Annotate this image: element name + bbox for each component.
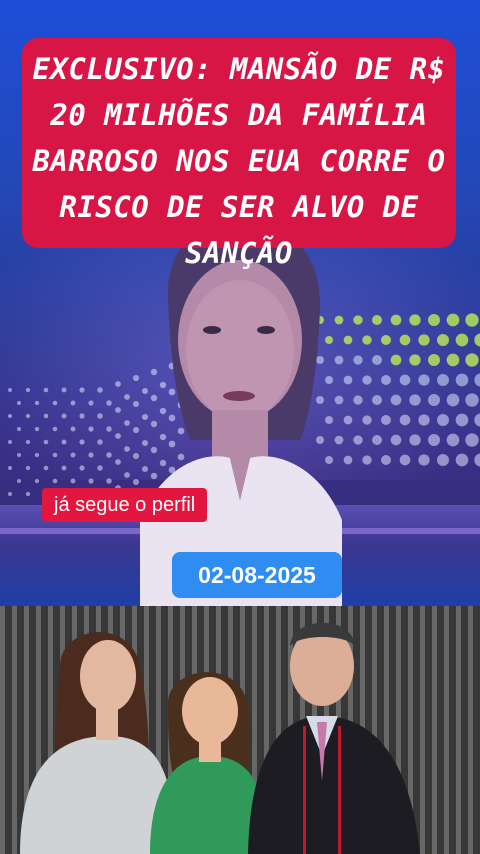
follow-tag[interactable]: já segue o perfil [42, 488, 208, 522]
family-photo-image [0, 606, 480, 854]
headline-text: EXCLUSIVO: MANSÃO DE R$ 20 MILHÕES DA FA… [32, 52, 446, 270]
date-badge: 02-08-2025 [172, 552, 342, 598]
family-photo [0, 606, 480, 854]
